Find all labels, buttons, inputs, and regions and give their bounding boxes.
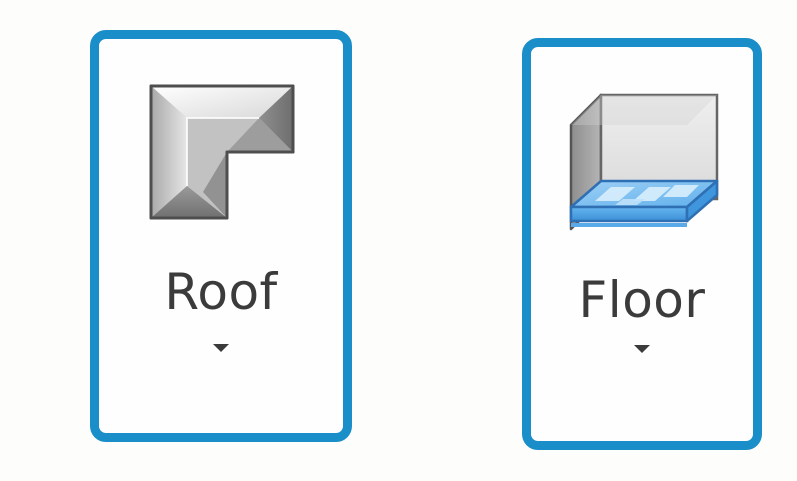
roof-button-label: Roof bbox=[164, 263, 278, 321]
floor-dropdown-arrow-icon[interactable] bbox=[634, 345, 650, 353]
roof-button[interactable]: Roof bbox=[90, 30, 352, 442]
roof-icon bbox=[149, 84, 295, 220]
floor-button[interactable]: Floor bbox=[522, 38, 762, 450]
floor-button-label: Floor bbox=[578, 271, 706, 329]
floor-icon bbox=[569, 93, 719, 231]
roof-dropdown-arrow-icon[interactable] bbox=[213, 344, 229, 352]
